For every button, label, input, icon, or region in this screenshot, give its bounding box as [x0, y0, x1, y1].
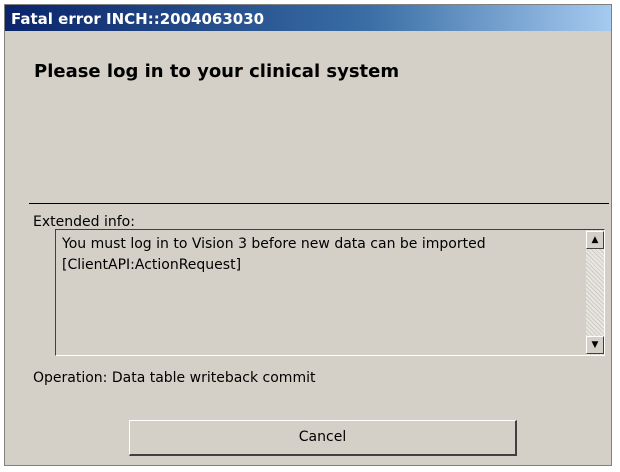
operation-text: Operation: Data table writeback commit — [33, 370, 316, 386]
divider — [29, 203, 609, 204]
dialog-heading: Please log in to your clinical system — [34, 61, 400, 82]
extended-info-textbox[interactable]: You must log in to Vision 3 before new d… — [55, 229, 605, 356]
title-bar[interactable]: Fatal error INCH::2004063030 — [5, 5, 611, 31]
extended-info-text: You must log in to Vision 3 before new d… — [62, 234, 572, 276]
arrow-down-icon[interactable]: ▼ — [586, 336, 604, 354]
error-dialog-window: Fatal error INCH::2004063030 Please log … — [4, 4, 612, 466]
extended-info-line: [ClientAPI:ActionRequest] — [62, 257, 242, 273]
cancel-button[interactable]: Cancel — [129, 420, 517, 456]
arrow-up-icon[interactable]: ▲ — [586, 231, 604, 249]
vertical-scrollbar[interactable]: ▲ ▼ — [586, 230, 604, 355]
extended-info-line: You must log in to Vision 3 before new d… — [62, 236, 486, 252]
window-title: Fatal error INCH::2004063030 — [11, 10, 265, 28]
extended-info-label: Extended info: — [33, 214, 135, 230]
